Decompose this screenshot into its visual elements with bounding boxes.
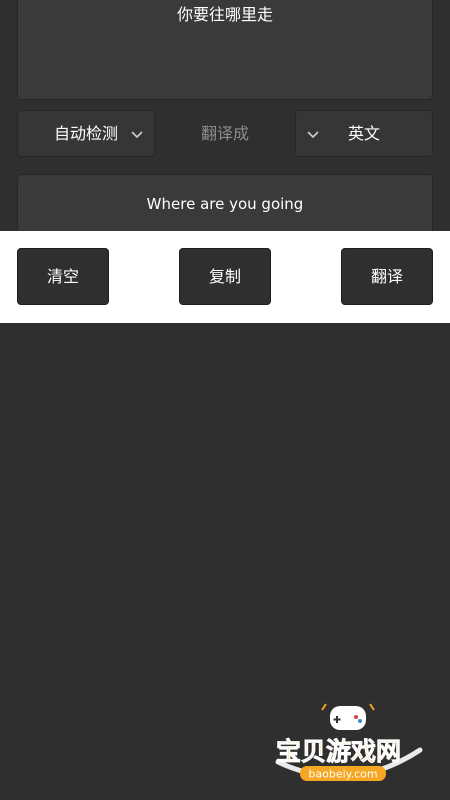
- gamepad-icon: [321, 703, 375, 730]
- watermark-logo: 宝贝游戏网 baobeiy.com: [275, 703, 423, 781]
- source-text-panel[interactable]: 你要往哪里走: [17, 0, 433, 100]
- chevron-down-icon: [307, 131, 319, 139]
- watermark-brand: 宝贝游戏网: [276, 737, 401, 766]
- translate-to-label: 翻译成: [200, 124, 249, 143]
- translate-button[interactable]: 翻译: [341, 248, 433, 305]
- watermark-domain: baobeiy.com: [308, 768, 377, 781]
- target-language-select[interactable]: 英文: [295, 110, 433, 157]
- copy-button[interactable]: 复制: [179, 248, 271, 305]
- chevron-down-icon: [131, 131, 143, 139]
- source-text: 你要往哪里走: [176, 5, 273, 24]
- clear-button[interactable]: 清空: [17, 248, 109, 305]
- result-text: Where are you going: [146, 195, 304, 213]
- source-language-select[interactable]: 自动检测: [17, 110, 155, 157]
- action-bar: 清空 复制 翻译: [0, 231, 450, 323]
- target-language-label: 英文: [348, 124, 381, 143]
- source-language-label: 自动检测: [54, 124, 119, 143]
- result-panel: Where are you going: [17, 174, 433, 234]
